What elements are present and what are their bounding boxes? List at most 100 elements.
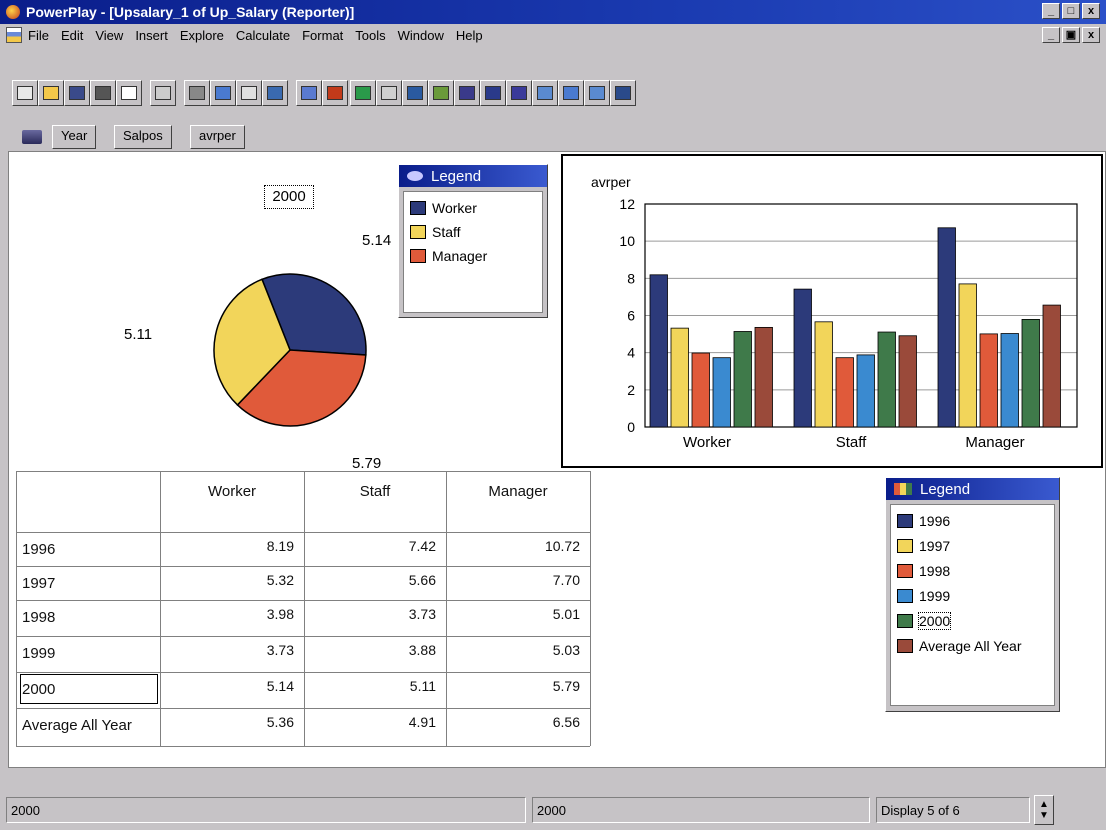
table-cell[interactable]: 3.98 bbox=[160, 606, 294, 622]
bar-worker-average-all-year[interactable] bbox=[754, 326, 773, 428]
dimension-viewer-icon[interactable] bbox=[22, 130, 42, 144]
bar-staff-1996[interactable] bbox=[793, 288, 812, 428]
bar-manager-1999[interactable] bbox=[1000, 333, 1019, 428]
menu-explore[interactable]: Explore bbox=[180, 28, 224, 43]
table-cell[interactable]: 3.88 bbox=[304, 642, 436, 658]
bar-staff-1999[interactable] bbox=[856, 354, 875, 428]
row-header[interactable]: 1998 bbox=[22, 609, 55, 626]
bar-staff-1998[interactable] bbox=[835, 357, 854, 428]
spin-up-icon[interactable]: ▲ bbox=[1039, 799, 1049, 810]
swap-button[interactable] bbox=[210, 80, 236, 106]
legend-year[interactable]: Legend 1996 1997 1998 1999 2000 Average All Y… bbox=[885, 477, 1060, 712]
menu-tools[interactable]: Tools bbox=[355, 28, 385, 43]
open-button[interactable] bbox=[38, 80, 64, 106]
stacked-bar-button[interactable] bbox=[506, 80, 532, 106]
3d-bar-button[interactable] bbox=[428, 80, 454, 106]
bar-staff-average-all-year[interactable] bbox=[898, 335, 917, 428]
table-cell[interactable]: 5.36 bbox=[160, 714, 294, 730]
bar-manager-2000[interactable] bbox=[1021, 319, 1040, 428]
table-cell[interactable]: 3.73 bbox=[304, 606, 436, 622]
dimension-tab-year[interactable]: Year bbox=[52, 125, 97, 149]
menu-edit[interactable]: Edit bbox=[61, 28, 83, 43]
table-cell[interactable]: 5.14 bbox=[160, 678, 294, 694]
bar-manager-1997[interactable] bbox=[958, 283, 977, 428]
legend-item-1996[interactable]: 1996 bbox=[897, 513, 950, 529]
legend-salpos[interactable]: Legend Worker Staff Manager bbox=[398, 164, 548, 318]
table-cell[interactable]: 5.66 bbox=[304, 572, 436, 588]
table-cell[interactable]: 5.11 bbox=[304, 678, 436, 694]
row-header[interactable]: 1999 bbox=[22, 645, 55, 662]
print-button[interactable] bbox=[90, 80, 116, 106]
print-preview-button[interactable] bbox=[116, 80, 142, 106]
pie-button[interactable] bbox=[402, 80, 428, 106]
legend-item-worker[interactable]: Worker bbox=[410, 200, 477, 216]
rank-button[interactable] bbox=[322, 80, 348, 106]
close-button[interactable]: x bbox=[1082, 3, 1100, 19]
dimension-tab-salpos[interactable]: Salpos bbox=[114, 125, 172, 149]
menu-help[interactable]: Help bbox=[456, 28, 483, 43]
legend-item-1999[interactable]: 1999 bbox=[897, 588, 950, 604]
menu-window[interactable]: Window bbox=[398, 28, 444, 43]
drill-up-button[interactable] bbox=[184, 80, 210, 106]
bar-worker-1996[interactable] bbox=[649, 274, 668, 428]
bar-button[interactable] bbox=[454, 80, 480, 106]
menu-calculate[interactable]: Calculate bbox=[236, 28, 290, 43]
bar-worker-2000[interactable] bbox=[733, 331, 752, 428]
table-cell[interactable]: 10.72 bbox=[446, 538, 580, 554]
column-header-worker[interactable]: Worker bbox=[160, 483, 304, 500]
save-button[interactable] bbox=[64, 80, 90, 106]
display-spinner[interactable]: ▲ ▼ bbox=[1034, 795, 1054, 825]
table-cell[interactable]: 5.03 bbox=[446, 642, 580, 658]
bar-worker-1997[interactable] bbox=[670, 327, 689, 428]
scatter-button[interactable] bbox=[584, 80, 610, 106]
legend-item-average-all-year[interactable]: Average All Year bbox=[897, 638, 1022, 654]
area-button[interactable] bbox=[558, 80, 584, 106]
sort-button[interactable] bbox=[296, 80, 322, 106]
legend-item-1997[interactable]: 1997 bbox=[897, 538, 950, 554]
table-cell[interactable]: 5.01 bbox=[446, 606, 580, 622]
bar-staff-2000[interactable] bbox=[877, 331, 896, 428]
mdi-close-button[interactable]: x bbox=[1082, 27, 1100, 43]
spin-down-icon[interactable]: ▼ bbox=[1039, 810, 1049, 821]
mdi-restore-button[interactable]: ▣ bbox=[1062, 27, 1080, 43]
bar-manager-1996[interactable] bbox=[937, 227, 956, 428]
table-cell[interactable]: 3.73 bbox=[160, 642, 294, 658]
mdi-minimize-button[interactable]: _ bbox=[1042, 27, 1060, 43]
menu-view[interactable]: View bbox=[95, 28, 123, 43]
bar-worker-1998[interactable] bbox=[691, 352, 710, 428]
legend-item-2000[interactable]: 2000 bbox=[897, 612, 952, 630]
row-header[interactable]: Average All Year bbox=[22, 717, 132, 734]
table-cell[interactable]: 4.91 bbox=[304, 714, 436, 730]
bar-manager-1998[interactable] bbox=[979, 333, 998, 428]
column-header-manager[interactable]: Manager bbox=[446, 483, 590, 500]
new-button[interactable] bbox=[12, 80, 38, 106]
crosstab-button[interactable] bbox=[376, 80, 402, 106]
add-button[interactable] bbox=[236, 80, 262, 106]
table-cell[interactable]: 6.56 bbox=[446, 714, 580, 730]
legend-item-1998[interactable]: 1998 bbox=[897, 563, 950, 579]
zoom-button[interactable] bbox=[262, 80, 288, 106]
legend-item-manager[interactable]: Manager bbox=[410, 248, 487, 264]
menu-file[interactable]: File bbox=[28, 28, 49, 43]
legend-item-staff[interactable]: Staff bbox=[410, 224, 461, 240]
dimension-tab-avrper[interactable]: avrper bbox=[190, 125, 245, 149]
row-header[interactable]: 1997 bbox=[22, 575, 55, 592]
column-header-staff[interactable]: Staff bbox=[304, 483, 446, 500]
maximize-button[interactable]: □ bbox=[1062, 3, 1080, 19]
clustered-bar-button[interactable] bbox=[480, 80, 506, 106]
table-cell[interactable]: 5.32 bbox=[160, 572, 294, 588]
bar-manager-average-all-year[interactable] bbox=[1042, 304, 1061, 428]
minimize-button[interactable]: _ bbox=[1042, 3, 1060, 19]
table-cell[interactable]: 5.79 bbox=[446, 678, 580, 694]
menu-format[interactable]: Format bbox=[302, 28, 343, 43]
bar-worker-1999[interactable] bbox=[712, 357, 731, 428]
bar-staff-1997[interactable] bbox=[814, 321, 833, 428]
table-cell[interactable]: 7.70 bbox=[446, 572, 580, 588]
table-cell[interactable]: 8.19 bbox=[160, 538, 294, 554]
menu-insert[interactable]: Insert bbox=[135, 28, 168, 43]
table-cell[interactable]: 7.42 bbox=[304, 538, 436, 554]
row-header[interactable]: 1996 bbox=[22, 541, 55, 558]
undo-button[interactable] bbox=[150, 80, 176, 106]
correlation-button[interactable] bbox=[610, 80, 636, 106]
document-icon[interactable] bbox=[6, 27, 22, 43]
